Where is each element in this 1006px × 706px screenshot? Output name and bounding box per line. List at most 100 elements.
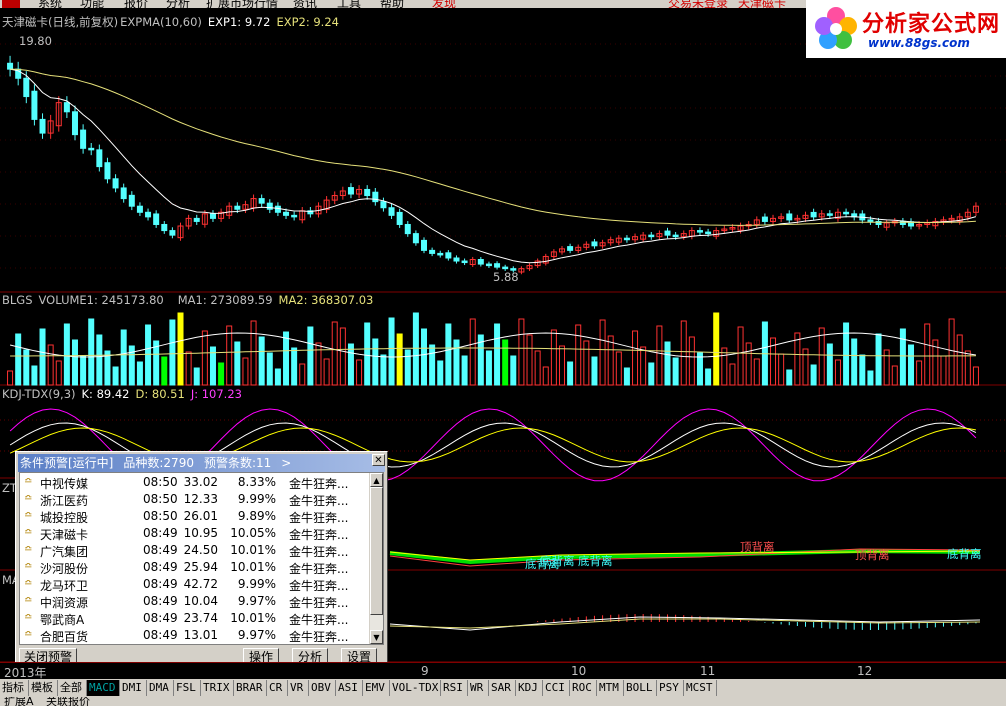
scroll-down-icon[interactable]: ▼ xyxy=(370,630,383,644)
candle-down xyxy=(567,246,574,251)
tab-asi[interactable]: ASI xyxy=(336,680,363,696)
volume-bar xyxy=(916,360,923,386)
menu-item-8[interactable]: 发现 xyxy=(432,0,456,8)
menu-item-9[interactable]: 交易未登录 xyxy=(668,0,728,8)
alert-row[interactable]: ≏ 沙河股份 08:49 25.94 10.01% 金牛狂奔... xyxy=(20,559,372,576)
menu-item-4[interactable]: 扩展市场行情 xyxy=(206,0,278,8)
close-icon[interactable]: ✕ xyxy=(372,454,385,466)
tab-roc[interactable]: ROC xyxy=(570,680,597,696)
tab-boll[interactable]: BOLL xyxy=(624,680,657,696)
candle-down xyxy=(664,230,671,236)
volume-bar xyxy=(120,329,127,386)
alert-row[interactable]: ≏ 中润资源 08:49 10.04 9.97% 金牛狂奔... xyxy=(20,593,372,610)
volume-bar xyxy=(948,318,955,386)
alert-stock-name: 沙河股份 xyxy=(40,562,89,576)
candle-down xyxy=(145,211,152,218)
brand-url: www.88gs.com xyxy=(868,36,970,50)
x-axis: 2013年 9 10 11 12 xyxy=(0,662,1006,680)
tab-mcst[interactable]: MCST xyxy=(684,680,717,696)
alert-row[interactable]: ≏ 天津磁卡 08:49 10.95 10.05% 金牛狂奔... xyxy=(20,525,372,542)
menu-item-0[interactable]: 系统 xyxy=(38,0,62,8)
tab-cci[interactable]: CCI xyxy=(543,680,570,696)
tab-wr[interactable]: WR xyxy=(468,680,489,696)
volume-bar xyxy=(851,338,858,386)
alert-time: 08:50 xyxy=(143,509,178,523)
volume-bar xyxy=(315,342,322,386)
candle-down xyxy=(88,147,95,151)
candle-down xyxy=(477,259,484,265)
tab-dmi[interactable]: DMI xyxy=(120,680,147,696)
condition-alert-window[interactable]: 条件预警[运行中] 品种数:2790 预警条数:11 > ✕ ≏ 合肥百货 08:49 13… xyxy=(15,451,388,667)
scroll-thumb[interactable] xyxy=(370,487,383,615)
candle-down xyxy=(120,187,127,200)
candle-down xyxy=(591,241,598,247)
alert-time: 08:49 xyxy=(143,526,178,540)
volume-bar xyxy=(339,327,346,386)
alert-list[interactable]: ≏ 合肥百货 08:49 13.01 9.97% 金牛狂奔... ≏ 鄂武商A 08:49 23.… xyxy=(19,472,384,645)
menu-item-5[interactable]: 资讯 xyxy=(293,0,317,8)
alert-row[interactable]: ≏ 广汽集团 08:49 24.50 10.01% 金牛狂奔... xyxy=(20,542,372,559)
tab-dma[interactable]: DMA xyxy=(147,680,174,696)
tab-rsi[interactable]: RSI xyxy=(441,680,468,696)
volume-bar xyxy=(291,347,298,386)
candle-down xyxy=(136,205,143,213)
tab-vol-tdx[interactable]: VOL-TDX xyxy=(390,680,441,696)
menu-item-1[interactable]: 功能 xyxy=(80,0,104,8)
alert-stock-name: 中视传媒 xyxy=(40,477,89,491)
alert-row[interactable]: ≏ 中视传媒 08:50 33.02 8.33% 金牛狂奔... xyxy=(20,474,372,491)
tab-obv[interactable]: OBV xyxy=(309,680,336,696)
tab-macd[interactable]: MACD xyxy=(87,680,120,696)
tab-emv[interactable]: EMV xyxy=(363,680,390,696)
tab-trix[interactable]: TRIX xyxy=(201,680,234,696)
candle-down xyxy=(291,214,298,218)
volume-bar xyxy=(177,312,184,386)
exp2-value: EXP2: 9.24 xyxy=(276,15,339,29)
tab-brar[interactable]: BRAR xyxy=(234,680,267,696)
tab-psy[interactable]: PSY xyxy=(657,680,684,696)
kdj-header: KDJ-TDX(9,3) K: 89.42 D: 80.51 J: 107.23 xyxy=(2,387,248,401)
alert-row[interactable]: ≏ 浙江医药 08:50 12.33 9.99% 金牛狂奔... xyxy=(20,491,372,508)
alert-title-bar[interactable]: 条件预警[运行中] 品种数:2790 预警条数:11 > xyxy=(18,454,385,472)
tab-vr[interactable]: VR xyxy=(288,680,309,696)
alert-title: 条件预警[运行中] xyxy=(20,456,114,470)
exp1-line xyxy=(9,68,977,264)
alert-row[interactable]: ≏ 合肥百货 08:49 13.01 9.97% 金牛狂奔... xyxy=(20,627,372,644)
alert-row[interactable]: ≏ 鄂武商A 08:49 23.74 10.01% 金牛狂奔... xyxy=(20,610,372,627)
tab-模板[interactable]: 模板 xyxy=(29,680,58,696)
volume-bar xyxy=(396,333,403,386)
tab-cr[interactable]: CR xyxy=(267,680,288,696)
menu-item-2[interactable]: 报价 xyxy=(124,0,148,8)
volume-bar xyxy=(71,339,78,386)
alert-list-scrollbar[interactable]: ▲ ▼ xyxy=(369,473,383,644)
tab-sar[interactable]: SAR xyxy=(489,680,516,696)
tab-fsl[interactable]: FSL xyxy=(174,680,201,696)
tab-mtm[interactable]: MTM xyxy=(597,680,624,696)
alert-row[interactable]: ≏ 城投控股 08:50 26.01 9.89% 金牛狂奔... xyxy=(20,508,372,525)
alert-count: 预警条数:11 xyxy=(203,456,272,470)
flower-logo-icon xyxy=(815,7,857,49)
expand-arrow-icon[interactable]: > xyxy=(281,456,291,470)
menu-item-7[interactable]: 帮助 xyxy=(380,0,404,8)
brand-logo: 分析家公式网 www.88gs.com xyxy=(806,0,1006,58)
volume-bar xyxy=(526,334,533,386)
candle-down xyxy=(283,211,290,216)
bottom-tab-1[interactable]: 关联报价 xyxy=(46,697,90,706)
volume-bar xyxy=(583,340,590,386)
kdj-j-value: J: 107.23 xyxy=(190,387,242,401)
menu-item-6[interactable]: 工具 xyxy=(337,0,361,8)
candle-down xyxy=(347,187,354,195)
alert-row[interactable]: ≏ 龙马环卫 08:49 42.72 9.99% 金牛狂奔... xyxy=(20,576,372,593)
tab-kdj[interactable]: KDJ xyxy=(516,680,543,696)
candle-down xyxy=(421,239,428,251)
menu-item-3[interactable]: 分析 xyxy=(166,0,190,8)
scroll-up-icon[interactable]: ▲ xyxy=(370,473,383,487)
volume-bar xyxy=(412,312,419,386)
menu-item-10[interactable]: 天津磁卡 xyxy=(738,0,786,8)
tab-全部[interactable]: 全部 xyxy=(58,680,87,696)
bottom-tab-0[interactable]: 扩展A xyxy=(4,697,34,706)
tab-指标[interactable]: 指标 xyxy=(0,680,29,696)
alert-bell-icon: ≏ xyxy=(24,476,33,487)
zt-indicator xyxy=(389,548,981,567)
candle-down xyxy=(826,213,833,216)
alert-bell-icon: ≏ xyxy=(24,595,33,606)
